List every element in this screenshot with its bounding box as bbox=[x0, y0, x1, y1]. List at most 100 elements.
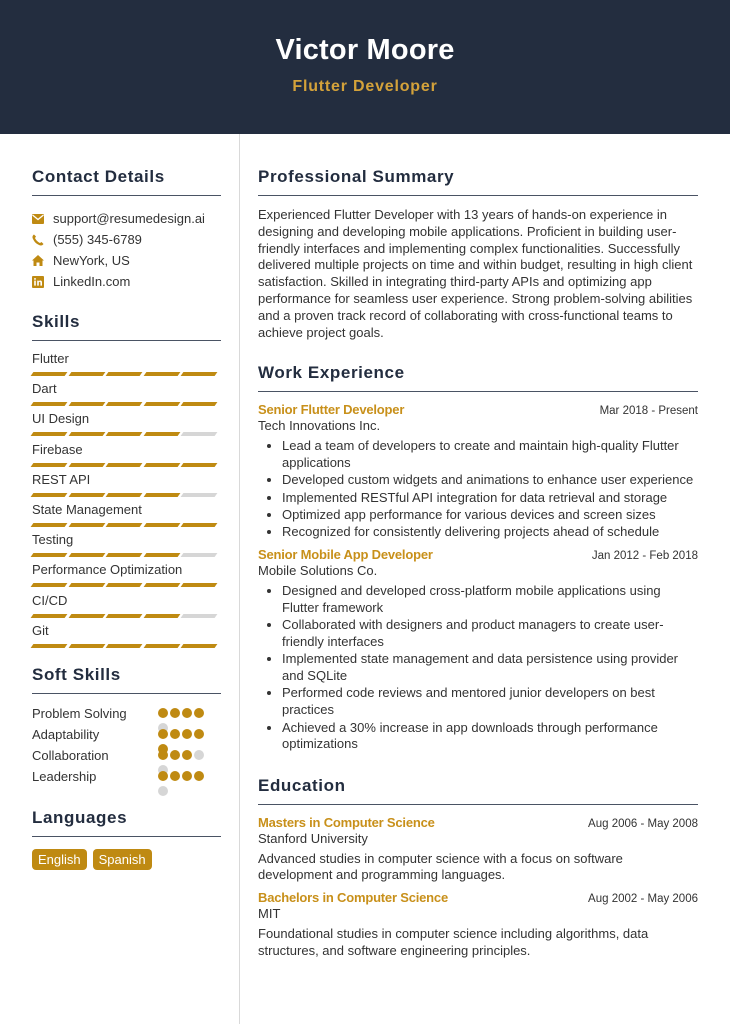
rating-segment-filled bbox=[143, 522, 180, 527]
rating-segment-filled bbox=[180, 402, 218, 407]
column-divider bbox=[239, 134, 240, 1024]
skill-rating-bar bbox=[30, 462, 221, 467]
contact-linkedin-text: LinkedIn.com bbox=[53, 274, 131, 289]
soft-skill-label: Adaptability bbox=[32, 726, 100, 742]
rating-segment-filled bbox=[105, 522, 143, 527]
job-date: Mar 2018 - Present bbox=[599, 405, 698, 418]
job-title: Senior Flutter Developer bbox=[258, 402, 405, 418]
job-bullet: Optimized app performance for various de… bbox=[282, 507, 698, 524]
envelope-icon bbox=[32, 213, 44, 225]
rating-dot-filled bbox=[158, 707, 168, 718]
soft-skill-rating bbox=[158, 728, 210, 754]
soft-skill-item: Leadership bbox=[32, 768, 221, 796]
contact-email[interactable]: support@resumedesign.ai bbox=[32, 208, 221, 229]
rating-dot-filled bbox=[158, 770, 168, 781]
education-section-title: Education bbox=[258, 776, 698, 805]
languages-list: English Spanish bbox=[32, 848, 221, 870]
job-bullets: Lead a team of developers to create and … bbox=[258, 438, 698, 541]
language-badge: English bbox=[32, 848, 87, 870]
job-bullets: Designed and developed cross-platform mo… bbox=[258, 583, 698, 753]
education-description: Advanced studies in computer science wit… bbox=[258, 850, 623, 883]
rating-segment-filled bbox=[143, 613, 180, 618]
rating-segment-filled bbox=[68, 402, 105, 407]
soft-skill-rating bbox=[158, 770, 210, 796]
rating-segment-filled bbox=[30, 522, 67, 527]
skill-item: Performance Optimization bbox=[30, 562, 221, 592]
skill-label: Dart bbox=[32, 381, 57, 397]
contact-linkedin[interactable]: LinkedIn.com bbox=[32, 271, 221, 292]
job-entry: Senior Mobile App Developer Jan 2012 - F… bbox=[258, 547, 698, 753]
rating-segment-filled bbox=[68, 553, 105, 558]
skill-label: Git bbox=[32, 622, 49, 638]
rating-segment-empty bbox=[180, 432, 218, 437]
rating-segment-filled bbox=[30, 583, 67, 588]
rating-segment-filled bbox=[105, 432, 143, 437]
skill-item: Git bbox=[30, 622, 221, 653]
soft-skill-label: Problem Solving bbox=[32, 705, 127, 721]
rating-segment-filled bbox=[105, 372, 143, 376]
rating-segment-filled bbox=[180, 522, 218, 527]
soft-skill-item: Collaboration bbox=[32, 748, 221, 775]
soft-skill-label: Leadership bbox=[32, 768, 97, 784]
rating-segment-filled bbox=[68, 372, 105, 376]
rating-segment-filled bbox=[105, 462, 143, 467]
rating-dot-filled bbox=[182, 749, 192, 760]
rating-segment-filled bbox=[30, 462, 67, 467]
soft-skills-section-title: Soft Skills bbox=[32, 665, 221, 694]
soft-skills-list: Problem Solving Adaptability Collaboration… bbox=[32, 705, 221, 796]
rating-dot-empty bbox=[194, 749, 204, 760]
rating-dot-filled bbox=[194, 770, 204, 781]
rating-segment-filled bbox=[30, 402, 67, 407]
job-bullet: Implemented RESTful API integration for … bbox=[282, 490, 698, 507]
rating-dot-filled bbox=[182, 707, 192, 718]
skill-label: State Management bbox=[32, 501, 142, 517]
job-bullet: Implemented state management and data pe… bbox=[282, 651, 698, 685]
rating-segment-filled bbox=[68, 522, 105, 527]
rating-segment-filled bbox=[68, 643, 105, 648]
contact-location-text: NewYork, US bbox=[53, 253, 130, 268]
job-bullet: Performed code reviews and mentored juni… bbox=[282, 685, 698, 719]
job-title: Senior Mobile App Developer bbox=[258, 547, 433, 563]
rating-segment-filled bbox=[105, 492, 143, 497]
rating-segment-filled bbox=[143, 492, 180, 497]
soft-skill-rating bbox=[158, 749, 210, 775]
contact-phone[interactable]: (555) 345-6789 bbox=[32, 229, 221, 250]
rating-segment-filled bbox=[105, 402, 143, 407]
rating-segment-filled bbox=[143, 553, 180, 558]
rating-dot-filled bbox=[170, 707, 180, 718]
summary-text: Experienced Flutter Developer with 13 ye… bbox=[258, 207, 693, 340]
rating-dot-filled bbox=[170, 749, 180, 760]
rating-segment-filled bbox=[30, 372, 67, 376]
contact-phone-text: (555) 345-6789 bbox=[53, 232, 142, 247]
rating-segment-filled bbox=[143, 432, 180, 437]
left-column: Contact Details support@resumedesign.ai … bbox=[30, 134, 221, 870]
rating-segment-filled bbox=[30, 492, 67, 497]
rating-segment-filled bbox=[68, 462, 105, 467]
rating-segment-filled bbox=[68, 492, 105, 497]
soft-skill-rating bbox=[158, 707, 210, 733]
rating-segment-filled bbox=[30, 613, 67, 618]
skill-rating-bar bbox=[30, 372, 221, 376]
rating-segment-filled bbox=[68, 613, 105, 618]
experience-section-title: Work Experience bbox=[258, 363, 698, 393]
skill-rating-bar bbox=[30, 492, 221, 497]
rating-dot-filled bbox=[194, 707, 204, 718]
rating-segment-empty bbox=[180, 613, 218, 618]
skill-label: UI Design bbox=[32, 411, 90, 427]
skill-item: CI/CD bbox=[30, 593, 221, 623]
language-badge: Spanish bbox=[92, 848, 152, 870]
skill-rating-bar bbox=[30, 553, 221, 558]
rating-dot-filled bbox=[158, 728, 168, 739]
soft-skill-item: Problem Solving bbox=[32, 705, 221, 733]
job-company: Tech Innovations Inc. bbox=[258, 418, 381, 434]
school-name: Stanford University bbox=[258, 830, 368, 846]
linkedin-icon bbox=[32, 275, 44, 288]
education-date: Aug 2002 - May 2006 bbox=[588, 893, 698, 906]
rating-dot-filled bbox=[170, 728, 180, 739]
job-bullet: Lead a team of developers to create and … bbox=[282, 438, 698, 472]
phone-icon bbox=[32, 234, 44, 246]
skill-item: State Management bbox=[30, 501, 221, 532]
education-description: Foundational studies in computer science… bbox=[258, 926, 649, 959]
skills-section-title: Skills bbox=[32, 312, 221, 341]
rating-segment-filled bbox=[180, 643, 218, 648]
